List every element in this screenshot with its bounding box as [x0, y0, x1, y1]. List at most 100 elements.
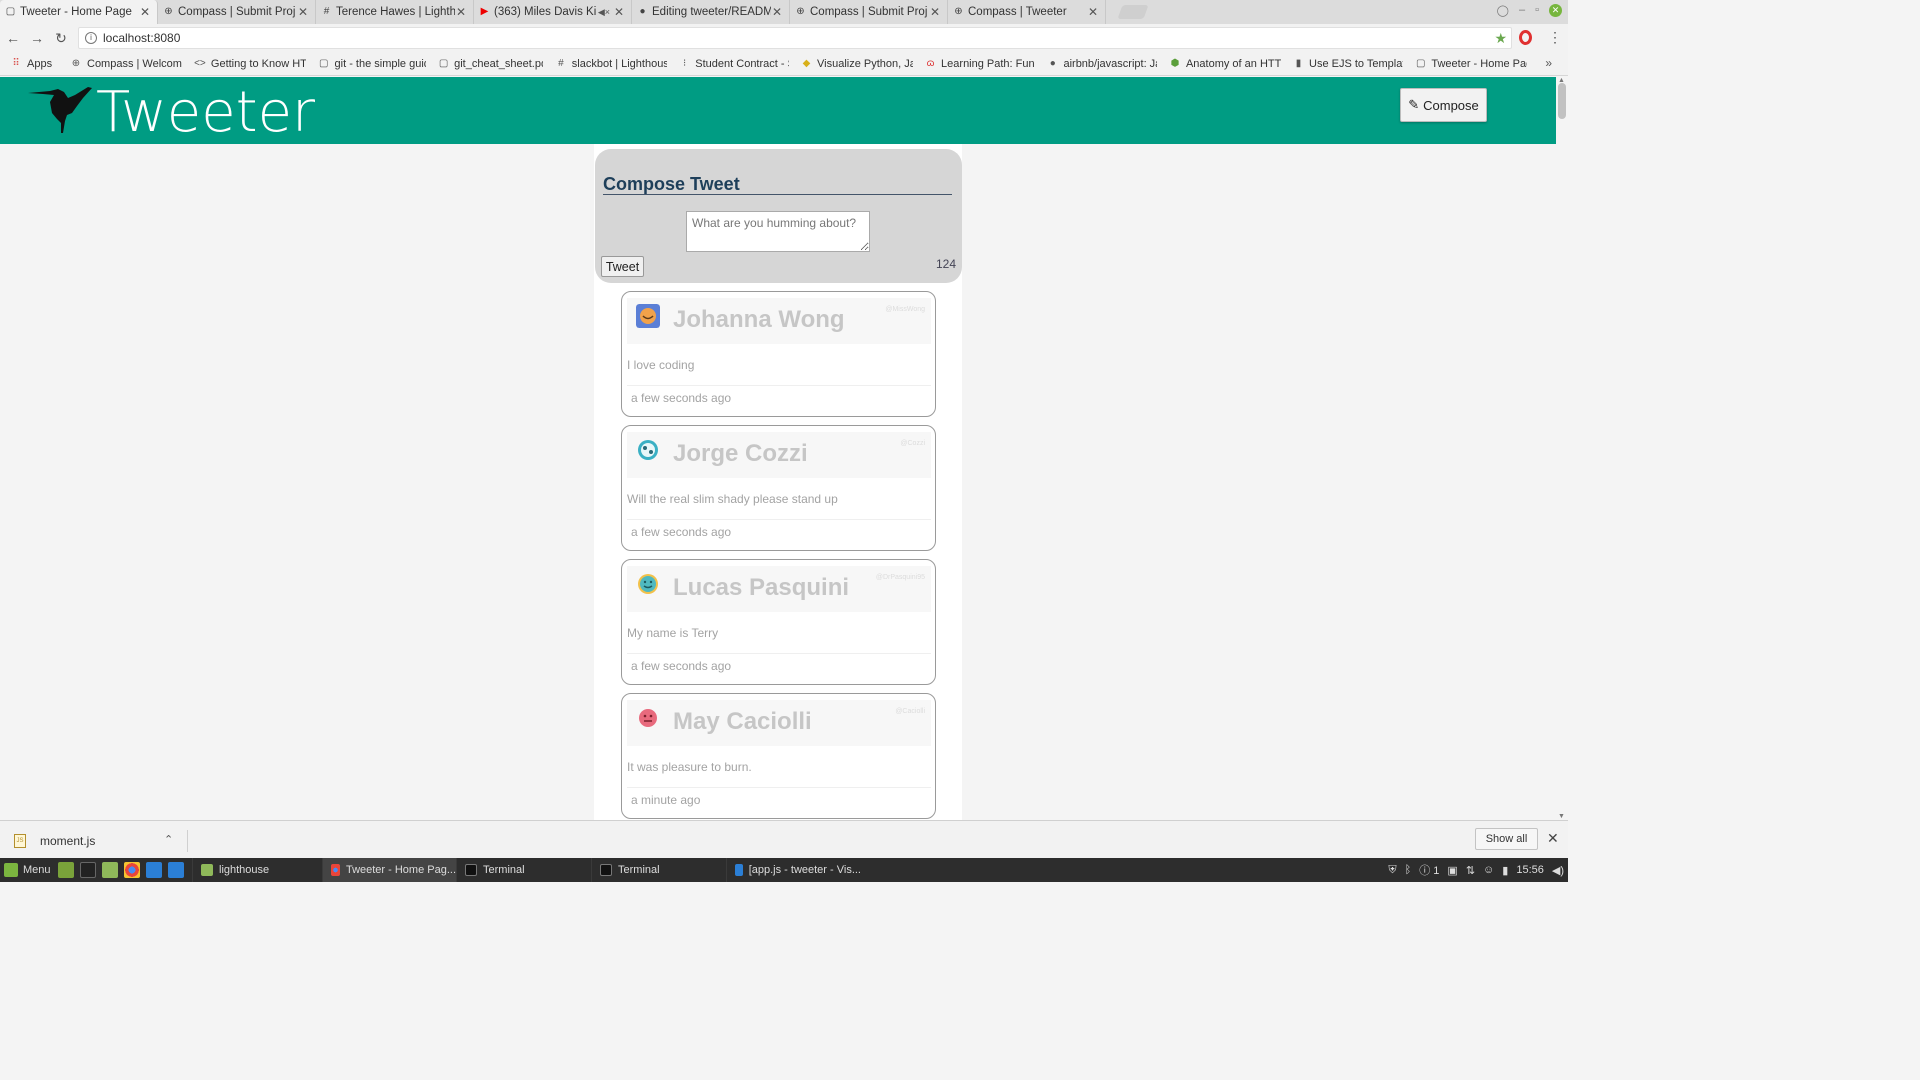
- browser-menu-icon[interactable]: ⋮: [1548, 29, 1562, 46]
- address-bar-row: ← → ↻ i localhost:8080 ★: [0, 24, 1568, 52]
- speaker-muted-icon[interactable]: ◀×: [598, 7, 610, 18]
- tweet-card: Lucas Pasquini @DrPasquini95 My name is …: [621, 559, 936, 685]
- code-icon: <>: [194, 58, 206, 69]
- bookmark-git-cheat-sheet[interactable]: ▢ git_cheat_sheet.pdf: [438, 58, 543, 70]
- close-icon[interactable]: ✕: [297, 5, 309, 19]
- new-tab-button[interactable]: [1117, 5, 1149, 19]
- compose-button[interactable]: ✎ Compose: [1400, 88, 1487, 122]
- tweet-textarea[interactable]: [686, 211, 870, 252]
- pdf-icon: ɷ: [926, 58, 935, 69]
- download-item[interactable]: JS moment.js ⌃: [14, 830, 188, 852]
- close-download-shelf-icon[interactable]: ✕: [1547, 830, 1559, 847]
- download-shelf: JS moment.js ⌃ Show all ✕: [0, 820, 1568, 858]
- tweet-timestamp: a few seconds ago: [631, 525, 732, 539]
- close-icon[interactable]: ✕: [1087, 5, 1099, 19]
- vscode-icon[interactable]: [168, 862, 184, 878]
- bookmark-slackbot[interactable]: # slackbot | Lighthous: [555, 58, 667, 70]
- taskbar-task-vscode[interactable]: [app.js - tweeter - Vis...: [726, 858, 861, 882]
- tweet-card: May Caciolli @Caciolli It was pleasure t…: [621, 693, 936, 819]
- battery-icon[interactable]: ▮: [1502, 864, 1508, 877]
- window-close-icon[interactable]: ✕: [1549, 4, 1562, 17]
- folder-icon: [201, 864, 213, 876]
- compose-label: Compose: [1423, 97, 1479, 113]
- bookmark-icon: ▮: [1295, 58, 1302, 69]
- bookmark-apps[interactable]: ⠿ Apps: [10, 58, 58, 70]
- tab-youtube[interactable]: ▶ (363) Miles Davis Ki ◀× ✕: [474, 0, 632, 24]
- bookmark-visualize-python[interactable]: ◆ Visualize Python, Jav: [801, 58, 913, 70]
- files-icon[interactable]: [102, 862, 118, 878]
- volume-icon[interactable]: ◀): [1552, 864, 1564, 877]
- tab-compass-submit-2[interactable]: ⊕ Compass | Submit Proj ✕: [790, 0, 948, 24]
- bookmark-airbnb-javascript[interactable]: ● airbnb/javascript: Ja: [1047, 58, 1157, 70]
- mint-logo-icon: [4, 863, 18, 877]
- bookmark-getting-to-know-html[interactable]: <> Getting to Know HT: [194, 58, 306, 70]
- system-tray: ⛨ ᛒ ⓘ 1 ▣ ⇅ ☺ ▮ 15:56 ◀): [1388, 858, 1564, 882]
- bookmark-learning-path[interactable]: ɷ Learning Path: Funct: [925, 58, 1035, 70]
- close-icon[interactable]: ✕: [929, 5, 941, 19]
- more-bookmarks-icon[interactable]: »: [1545, 56, 1552, 70]
- bookmark-anatomy-http[interactable]: ⬢ Anatomy of an HTT: [1169, 58, 1281, 70]
- vscode-icon: [735, 864, 743, 876]
- avatar-icon: [638, 440, 658, 460]
- user-icon[interactable]: ☺: [1483, 864, 1494, 876]
- tab-compass-tweeter[interactable]: ⊕ Compass | Tweeter ✕: [948, 0, 1106, 24]
- back-arrow-icon[interactable]: ←: [2, 30, 24, 46]
- bookmark-tweeter-home[interactable]: ▢ Tweeter - Home Pag: [1415, 58, 1527, 70]
- compose-tweet-section: Compose Tweet Tweet 124: [595, 149, 962, 283]
- chevron-up-icon[interactable]: ⌃: [164, 833, 173, 846]
- page-scrollbar[interactable]: ▲ ▼: [1556, 77, 1568, 820]
- user-profile-icon[interactable]: ◯: [1497, 4, 1509, 17]
- tweet-author-name: Lucas Pasquini: [673, 574, 850, 601]
- opera-extension-icon[interactable]: [1519, 30, 1532, 45]
- network-icon[interactable]: ⇅: [1466, 864, 1475, 877]
- shield-icon[interactable]: ⛨: [1388, 864, 1396, 877]
- bluetooth-icon[interactable]: ᛒ: [1405, 864, 1412, 876]
- tweet-author-handle[interactable]: @Caciolli: [895, 708, 925, 715]
- update-icon[interactable]: ⓘ 1: [1419, 862, 1439, 878]
- python-icon: ◆: [802, 58, 811, 69]
- bookmark-git-guide[interactable]: ▢ git - the simple guid: [318, 58, 426, 70]
- tweet-submit-button[interactable]: Tweet: [601, 256, 644, 277]
- tweet-author-handle[interactable]: @DrPasquini95: [876, 574, 925, 581]
- terminal-icon: [600, 864, 612, 876]
- chrome-icon[interactable]: [124, 862, 140, 878]
- desktop-icon[interactable]: [58, 862, 74, 878]
- bookmark-use-ejs[interactable]: ▮ Use EJS to Template: [1293, 58, 1403, 70]
- avatar-icon: [636, 304, 660, 328]
- vscode-icon[interactable]: [146, 862, 162, 878]
- show-all-downloads-button[interactable]: Show all: [1475, 828, 1538, 850]
- tab-tweeter-home[interactable]: ▢ Tweeter - Home Page ✕: [0, 0, 158, 24]
- forward-arrow-icon[interactable]: →: [26, 30, 48, 46]
- tweet-timestamp: a few seconds ago: [631, 391, 732, 405]
- github-icon: ●: [1049, 58, 1056, 69]
- close-icon[interactable]: ✕: [139, 5, 151, 19]
- reload-icon[interactable]: ↻: [50, 30, 72, 47]
- tweet-author-handle[interactable]: @MissWong: [885, 306, 925, 313]
- terminal-icon[interactable]: [80, 862, 96, 878]
- url-input[interactable]: i localhost:8080 ★: [78, 27, 1512, 49]
- taskbar-task-chrome[interactable]: Tweeter - Home Pag...: [322, 858, 456, 882]
- taskbar-task-terminal-2[interactable]: Terminal: [591, 858, 726, 882]
- close-icon[interactable]: ✕: [455, 5, 467, 19]
- tab-compass-submit[interactable]: ⊕ Compass | Submit Proj ✕: [158, 0, 316, 24]
- tab-github-editing[interactable]: ● Editing tweeter/READM ✕: [632, 0, 790, 24]
- maximize-icon[interactable]: ▫: [1535, 4, 1539, 17]
- tweet-header: Johanna Wong @MissWong: [627, 298, 931, 344]
- tweet-author-name: Johanna Wong: [673, 306, 845, 333]
- tweet-header: Jorge Cozzi @Cozzi: [627, 432, 931, 478]
- bookmark-student-contract[interactable]: ⁝ Student Contract - S: [679, 58, 789, 70]
- clipboard-icon[interactable]: ▣: [1447, 864, 1457, 877]
- bookmark-compass-welcome[interactable]: ⊕ Compass | Welcom: [70, 58, 182, 70]
- taskbar-task-terminal[interactable]: Terminal: [456, 858, 591, 882]
- tweet-author-handle[interactable]: @Cozzi: [900, 440, 925, 447]
- bookmark-star-icon[interactable]: ★: [1494, 30, 1507, 47]
- tab-slack[interactable]: # Terence Hawes | Lighth ✕: [316, 0, 474, 24]
- start-menu-button[interactable]: Menu: [0, 863, 52, 877]
- taskbar-task-lighthouse[interactable]: lighthouse: [192, 858, 322, 882]
- minimize-icon[interactable]: –: [1519, 4, 1525, 17]
- info-icon[interactable]: i: [85, 32, 97, 44]
- close-icon[interactable]: ✕: [771, 5, 783, 19]
- scroll-down-icon[interactable]: ▼: [1558, 813, 1565, 820]
- scrollbar-thumb[interactable]: [1558, 83, 1566, 119]
- close-icon[interactable]: ✕: [613, 5, 625, 19]
